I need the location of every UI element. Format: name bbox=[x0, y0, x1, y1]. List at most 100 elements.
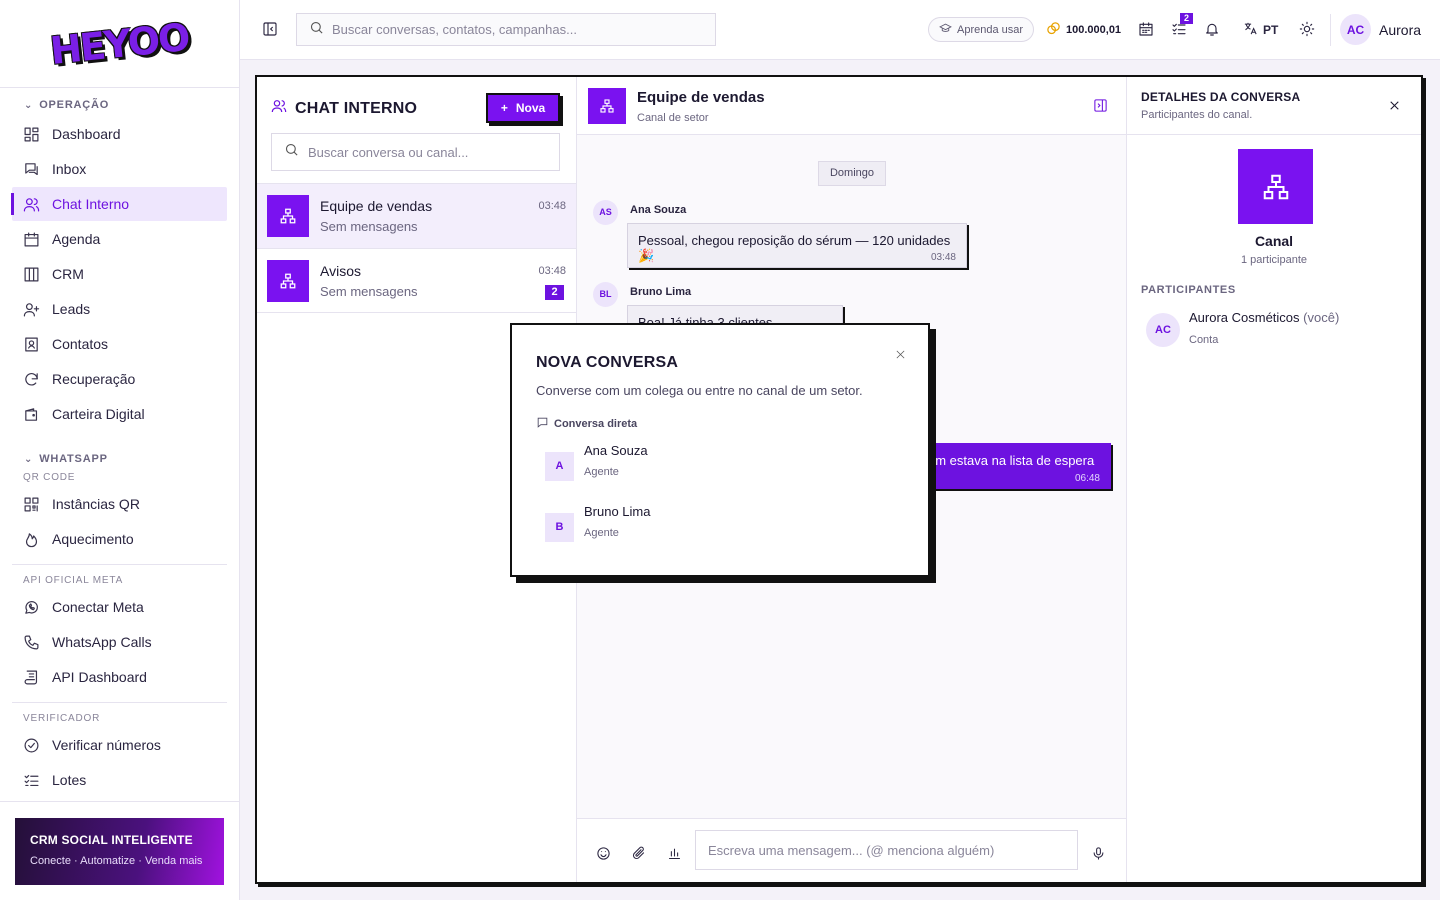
direct-conversation-heading: Conversa direta bbox=[536, 416, 637, 432]
unread-badge: 2 bbox=[545, 285, 564, 300]
global-search-input[interactable] bbox=[332, 22, 702, 37]
message-author: Ana Souza bbox=[630, 204, 687, 216]
global-search[interactable] bbox=[296, 13, 716, 46]
language-selector[interactable]: PT bbox=[1243, 21, 1278, 39]
message-time: 03:48 bbox=[930, 252, 956, 263]
sidebar-item-api-dashboard[interactable]: API Dashboard bbox=[12, 660, 227, 694]
channel-icon bbox=[267, 260, 309, 302]
sidebar-item-whatsapp-calls[interactable]: WhatsApp Calls bbox=[12, 625, 227, 659]
message-bubble[interactable]: Pessoal, chegou reposição do sérum — 120… bbox=[627, 223, 967, 268]
colleague-role: Agente bbox=[584, 466, 619, 478]
sidebar: HEYOO ⌄ OPERAÇÃO Dashboard Inbox Chat Int… bbox=[0, 0, 240, 900]
brand-logo[interactable]: HEYOO bbox=[48, 14, 190, 72]
tasks-badge: 2 bbox=[1180, 13, 1194, 24]
chat-last-message: Sem mensagens bbox=[320, 284, 418, 299]
sidebar-item-leads[interactable]: Leads bbox=[12, 292, 227, 326]
sidebar-item-lotes[interactable]: Lotes bbox=[12, 763, 227, 797]
poll-chart-icon[interactable] bbox=[667, 846, 682, 866]
close-icon[interactable] bbox=[1388, 99, 1401, 117]
learn-button[interactable]: Aprenda usar bbox=[928, 17, 1035, 42]
emoji-icon[interactable] bbox=[596, 846, 611, 866]
sidebar-item-agenda[interactable]: Agenda bbox=[12, 222, 227, 256]
sidebar-nav: ⌄ OPERAÇÃO Dashboard Inbox Chat Interno A… bbox=[0, 92, 239, 800]
list-check-icon bbox=[23, 772, 40, 789]
chat-list-header: CHAT INTERNO + Nova bbox=[257, 77, 576, 183]
message-text: Pessoal, chegou reposição do sérum — 120… bbox=[638, 233, 951, 263]
phone-icon bbox=[23, 634, 40, 651]
refresh-icon bbox=[23, 371, 40, 388]
translate-icon bbox=[1243, 21, 1258, 39]
colleague-item[interactable]: B Bruno Lima Agente bbox=[545, 504, 905, 552]
section-operacao[interactable]: ⌄ OPERAÇÃO bbox=[0, 94, 239, 116]
chat-search[interactable] bbox=[271, 133, 560, 171]
sidebar-item-contatos[interactable]: Contatos bbox=[12, 327, 227, 361]
chat-name: Equipe de vendas bbox=[320, 198, 433, 214]
details-panel-toggle-icon[interactable] bbox=[1093, 98, 1108, 118]
message-composer bbox=[577, 818, 1126, 882]
close-icon[interactable] bbox=[895, 347, 906, 365]
search-icon bbox=[284, 142, 299, 162]
divider bbox=[12, 702, 227, 703]
chat-time: 03:48 bbox=[538, 265, 566, 277]
chat-list-item[interactable]: Equipe de vendas Sem mensagens 03:48 bbox=[257, 183, 576, 248]
avatar: AC bbox=[1146, 313, 1180, 347]
conversation-title: Equipe de vendas bbox=[637, 89, 765, 106]
scroll-icon bbox=[23, 669, 40, 686]
new-conversation-modal: NOVA CONVERSA Converse com um colega ou … bbox=[510, 323, 930, 577]
sidebar-item-conectar-meta[interactable]: Conectar Meta bbox=[12, 590, 227, 624]
sidebar-item-inbox[interactable]: Inbox bbox=[12, 152, 227, 186]
microphone-icon[interactable] bbox=[1091, 846, 1106, 866]
flame-icon bbox=[23, 531, 40, 548]
sidebar-item-crm[interactable]: CRM bbox=[12, 257, 227, 291]
sidebar-collapse-icon[interactable] bbox=[262, 21, 280, 39]
calendar-icon[interactable] bbox=[1138, 21, 1155, 38]
credits-balance[interactable]: 100.000,01 bbox=[1046, 21, 1121, 39]
contact-book-icon bbox=[23, 336, 40, 353]
divider bbox=[0, 801, 239, 802]
message-input[interactable] bbox=[695, 830, 1078, 870]
sidebar-item-verificar-numeros[interactable]: Verificar números bbox=[12, 728, 227, 762]
user-name: Aurora bbox=[1379, 21, 1422, 38]
promo-subtitle: Conecte · Automatize · Venda mais bbox=[30, 855, 203, 867]
theme-sun-icon[interactable] bbox=[1299, 21, 1316, 38]
chat-search-input[interactable] bbox=[308, 144, 548, 160]
chat-last-message: Sem mensagens bbox=[320, 219, 418, 234]
sidebar-item-chat-interno[interactable]: Chat Interno bbox=[11, 187, 227, 221]
message-time: 06:48 bbox=[1074, 473, 1100, 484]
sidebar-item-aquecimento[interactable]: Aquecimento bbox=[12, 522, 227, 556]
section-whatsapp[interactable]: ⌄ WHATSAPP bbox=[0, 448, 239, 470]
subsection-api-oficial-meta: API OFICIAL META bbox=[23, 575, 124, 586]
bell-icon[interactable] bbox=[1204, 21, 1221, 38]
subsection-verificador: VERIFICADOR bbox=[23, 713, 101, 724]
avatar: BL bbox=[593, 282, 618, 307]
chat-time: 03:48 bbox=[538, 200, 566, 212]
paperclip-icon[interactable] bbox=[631, 846, 646, 866]
channel-type: Canal bbox=[1254, 233, 1294, 249]
participant-name[interactable]: Aurora Cosméticos (você) bbox=[1189, 310, 1339, 325]
users-icon bbox=[23, 196, 40, 213]
sidebar-item-dashboard[interactable]: Dashboard bbox=[12, 117, 227, 151]
sidebar-item-carteira-digital[interactable]: Carteira Digital bbox=[12, 397, 227, 431]
message-square-icon bbox=[536, 416, 549, 432]
colleague-name: Ana Souza bbox=[584, 443, 648, 458]
message-bubble-own[interactable]: em estava na lista de espera 06:48 bbox=[917, 443, 1111, 489]
kanban-icon bbox=[23, 266, 40, 283]
chat-name: Avisos bbox=[320, 263, 361, 279]
new-conversation-button[interactable]: + Nova bbox=[486, 93, 560, 123]
avatar: AS bbox=[593, 200, 618, 225]
avatar: A bbox=[545, 452, 574, 481]
colleague-role: Agente bbox=[584, 527, 619, 539]
promo-banner[interactable]: CRM SOCIAL INTELIGENTE Conecte · Automat… bbox=[15, 818, 224, 885]
promo-title: CRM SOCIAL INTELIGENTE bbox=[30, 833, 193, 847]
divider bbox=[12, 564, 227, 565]
participant-count: 1 participante bbox=[1240, 254, 1308, 266]
plus-icon: + bbox=[500, 101, 508, 115]
sidebar-item-recuperacao[interactable]: Recuperação bbox=[12, 362, 227, 396]
sidebar-item-instancias-qr[interactable]: Instâncias QR bbox=[12, 487, 227, 521]
chat-list-item[interactable]: Avisos Sem mensagens 03:48 2 bbox=[257, 248, 576, 313]
user-menu[interactable]: AC Aurora bbox=[1340, 14, 1421, 45]
day-separator: Domingo bbox=[818, 161, 886, 186]
colleague-item[interactable]: A Ana Souza Agente bbox=[545, 443, 905, 491]
chevron-down-icon: ⌄ bbox=[24, 99, 34, 111]
graduation-cap-icon bbox=[939, 22, 952, 38]
